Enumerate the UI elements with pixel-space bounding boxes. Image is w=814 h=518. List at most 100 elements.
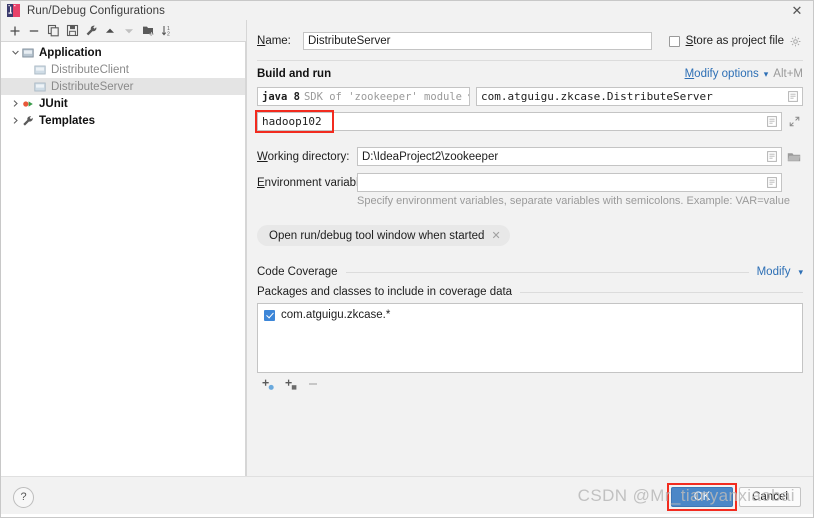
chevron-right-icon[interactable] (9, 116, 21, 125)
gear-icon[interactable] (790, 36, 801, 47)
chevron-right-icon[interactable] (9, 99, 21, 108)
sort-az-icon[interactable]: 1 2 (159, 23, 175, 39)
browse-folder-icon[interactable] (785, 151, 803, 163)
modify-options-shortcut: Alt+M (773, 68, 803, 80)
main-class-input[interactable]: com.atguigu.zkcase.DistributeServer (476, 87, 803, 106)
divider (345, 271, 749, 273)
help-button[interactable]: ? (13, 486, 34, 508)
expand-editor-icon[interactable] (763, 151, 777, 162)
jre-bold-label: java 8 (262, 90, 300, 103)
arrow-down-icon[interactable] (121, 23, 137, 39)
junit-icon (21, 97, 35, 111)
modify-options-link[interactable]: Modify options (685, 68, 759, 80)
expand-editor-icon[interactable] (763, 177, 777, 188)
environment-variables-row: Environment variables: (257, 173, 803, 192)
tree-item-templates[interactable]: Templates (1, 112, 245, 129)
run-debug-configurations-dialog: Run/Debug Configurations ✕ 1 2 Applicati… (0, 0, 814, 518)
working-directory-value: D:\IdeaProject2\zookeeper (362, 150, 499, 163)
configurations-panel: 1 2 Application DistributeClient Distrib… (1, 20, 246, 476)
open-run-debug-tool-window-chip[interactable]: Open run/debug tool window when started … (257, 225, 510, 246)
expand-editor-icon[interactable] (784, 91, 798, 102)
remove-pattern-button[interactable] (307, 378, 319, 390)
tree-item-application[interactable]: Application (1, 44, 245, 61)
chip-label: Open run/debug tool window when started (269, 229, 485, 242)
intellij-idea-icon (7, 4, 20, 17)
dialog-content: 1 2 Application DistributeClient Distrib… (1, 20, 813, 476)
tree-item-junit[interactable]: JUnit (1, 95, 245, 112)
tree-list: Application DistributeClient DistributeS… (1, 42, 245, 129)
tree-item-distribute-server[interactable]: DistributeServer (1, 78, 245, 95)
application-icon (21, 46, 35, 60)
add-class-icon[interactable] (284, 378, 298, 391)
ok-button[interactable]: OK (671, 487, 733, 507)
wrench-icon[interactable] (83, 23, 99, 39)
add-package-icon[interactable] (261, 378, 275, 391)
program-arguments-value: hadoop102 (262, 115, 322, 128)
store-as-project-file-group[interactable]: Store as project file (668, 35, 803, 47)
dialog-title: Run/Debug Configurations (27, 4, 165, 17)
remove-configuration-button[interactable] (26, 23, 42, 39)
packages-caption: Packages and classes to include in cover… (257, 286, 513, 298)
divider (520, 291, 803, 293)
tree-item-label: Templates (39, 114, 96, 127)
list-item[interactable]: com.atguigu.zkcase.* (264, 309, 796, 321)
save-icon[interactable] (64, 23, 80, 39)
environment-variables-input[interactable] (357, 173, 782, 192)
wrench-icon (21, 114, 35, 128)
store-as-project-file-label: Store as project file (685, 35, 784, 47)
cancel-button[interactable]: Cancel (739, 487, 801, 507)
main-class-value: com.atguigu.zkcase.DistributeServer (481, 90, 713, 103)
code-coverage-section-header: Code Coverage Modify ▾ (257, 266, 803, 278)
packages-caption-row: Packages and classes to include in cover… (257, 286, 803, 298)
chevron-down-icon[interactable]: ▾ (764, 69, 769, 79)
configurations-toolbar: 1 2 (1, 20, 246, 41)
code-coverage-modify-link[interactable]: Modify (757, 266, 791, 278)
environment-variables-hint: Specify environment variables, separate … (357, 195, 790, 207)
folder-add-icon[interactable] (140, 23, 156, 39)
configuration-editor-panel: Name: DistributeServer Store as project … (247, 20, 813, 476)
coverage-pattern-label: com.atguigu.zkcase.* (281, 309, 391, 321)
chevron-down-icon[interactable]: ▾ (798, 267, 803, 277)
name-input[interactable]: DistributeServer (303, 32, 652, 50)
code-coverage-title: Code Coverage (257, 266, 338, 278)
svg-text:2: 2 (167, 31, 170, 37)
expand-editor-icon[interactable] (763, 116, 777, 127)
tree-item-label: DistributeClient (51, 63, 129, 76)
coverage-patterns-toolbar (257, 373, 803, 395)
expand-arguments-icon[interactable] (785, 116, 803, 127)
build-and-run-title: Build and run (257, 68, 332, 80)
working-directory-input[interactable]: D:\IdeaProject2\zookeeper (357, 147, 782, 166)
tree-item-label: JUnit (39, 97, 68, 110)
close-icon[interactable]: ✕ (491, 229, 500, 242)
name-row: Name: DistributeServer Store as project … (257, 32, 803, 50)
bottom-strip (1, 514, 813, 517)
build-and-run-section-header: Build and run Modify options ▾ Alt+M (257, 60, 803, 80)
program-arguments-row: hadoop102 (255, 110, 803, 133)
name-label: Name: (257, 35, 291, 47)
close-icon[interactable]: ✕ (789, 3, 805, 18)
tree-item-distribute-client[interactable]: DistributeClient (1, 61, 245, 78)
chevron-down-icon[interactable]: ▼ (462, 92, 469, 101)
coverage-pattern-checkbox[interactable] (264, 309, 275, 321)
tree-item-label: Application (39, 46, 102, 59)
add-configuration-button[interactable] (7, 23, 23, 39)
coverage-patterns-list[interactable]: com.atguigu.zkcase.* (257, 303, 803, 373)
tree-item-label: DistributeServer (51, 80, 134, 93)
chevron-down-icon[interactable] (9, 48, 21, 57)
arrow-up-icon[interactable] (102, 23, 118, 39)
program-arguments-input[interactable]: hadoop102 (257, 112, 782, 131)
run-config-icon (33, 63, 47, 77)
dialog-titlebar: Run/Debug Configurations ✕ (1, 1, 813, 20)
jdk-and-main-class-row: java 8 SDK of 'zookeeper' module ▼ com.a… (257, 87, 803, 106)
dialog-action-buttons: OK Cancel (667, 483, 801, 511)
modify-options-group[interactable]: Modify options ▾ Alt+M (685, 68, 803, 80)
jre-module-select[interactable]: java 8 SDK of 'zookeeper' module ▼ (257, 87, 470, 106)
copy-icon[interactable] (45, 23, 61, 39)
working-directory-label: Working directory: (257, 150, 350, 163)
working-directory-row: Working directory: D:\IdeaProject2\zooke… (257, 147, 803, 166)
store-as-project-file-checkbox[interactable] (668, 35, 680, 47)
environment-variables-label: Environment variables: (257, 176, 374, 189)
configurations-tree[interactable]: Application DistributeClient DistributeS… (1, 41, 246, 476)
name-input-value: DistributeServer (308, 35, 391, 47)
run-config-icon (33, 80, 47, 94)
